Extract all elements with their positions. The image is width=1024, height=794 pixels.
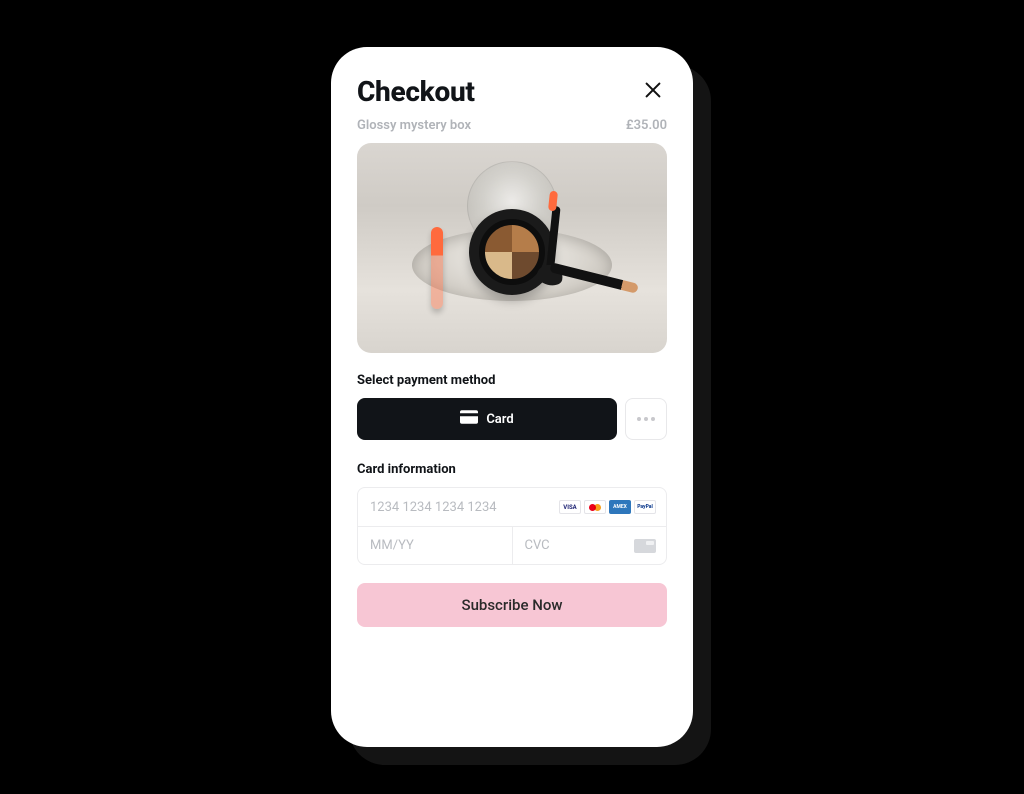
pay-with-card-label: Card [486, 412, 513, 427]
subscribe-button[interactable]: Subscribe Now [357, 583, 667, 627]
card-brand-icons: VISA AMEX PayPal [559, 500, 656, 514]
product-summary: Glossy mystery box £35.00 [357, 118, 667, 133]
card-number-row: VISA AMEX PayPal [358, 488, 666, 526]
payment-method-row: Card [357, 398, 667, 440]
more-payment-methods-button[interactable] [625, 398, 667, 440]
visa-icon: VISA [559, 500, 581, 514]
close-button[interactable] [639, 78, 667, 106]
more-icon [637, 417, 655, 421]
page-title: Checkout [357, 75, 475, 108]
card-information-label: Card information [357, 462, 667, 477]
compact-pan-illustration [479, 219, 545, 285]
card-expiry-cvc-row [358, 526, 666, 564]
paypal-icon: PayPal [634, 500, 656, 514]
mastercard-icon [584, 500, 606, 514]
product-name: Glossy mystery box [357, 118, 471, 133]
amex-icon: AMEX [609, 500, 631, 514]
close-icon [642, 79, 664, 105]
payment-method-label: Select payment method [357, 373, 667, 388]
pay-with-card-button[interactable]: Card [357, 398, 617, 440]
product-price: £35.00 [626, 118, 667, 133]
checkout-modal: Checkout Glossy mystery box £35.00 [331, 47, 693, 747]
card-icon [460, 410, 478, 428]
product-image [357, 143, 667, 353]
card-fields: VISA AMEX PayPal [357, 487, 667, 565]
header: Checkout [357, 75, 667, 108]
lipgloss-illustration [431, 227, 443, 309]
cvc-icon [634, 539, 656, 553]
card-expiry-input[interactable] [370, 538, 500, 553]
